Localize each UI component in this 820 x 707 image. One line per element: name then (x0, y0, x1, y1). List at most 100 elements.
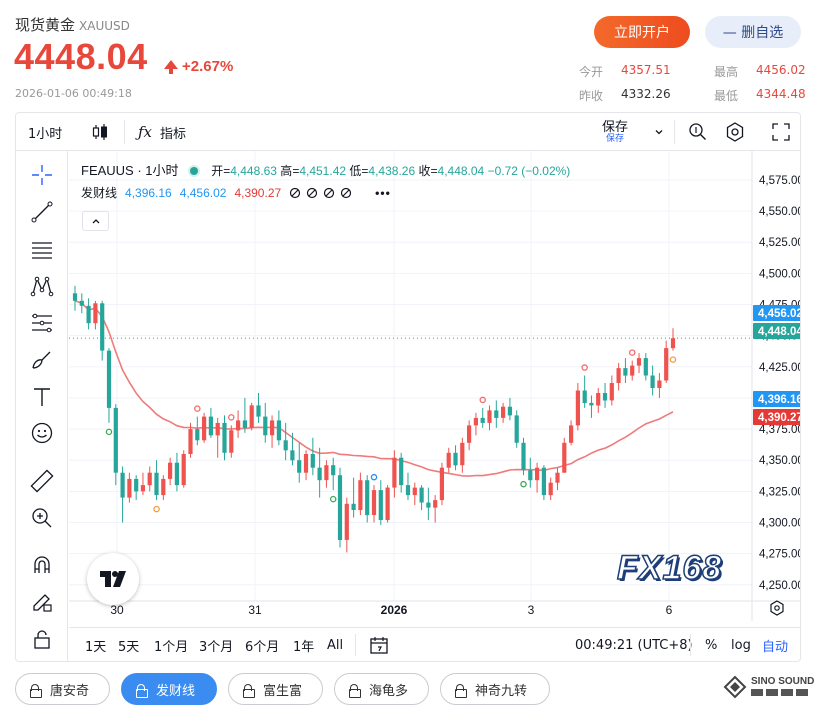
candle (100, 300, 105, 361)
drawing-mode-tool[interactable] (28, 588, 56, 616)
fib-tool[interactable] (28, 309, 56, 337)
trend-line-tool[interactable] (28, 198, 56, 226)
magnet-tool[interactable] (28, 551, 56, 579)
lock-icon (34, 630, 50, 649)
y-tick-label: 4,275.00 (759, 549, 801, 561)
candle (453, 445, 458, 471)
ruler-tool[interactable] (28, 467, 56, 495)
horizontal-lines-tool[interactable] (28, 235, 56, 263)
collapse-legend-button[interactable] (82, 211, 109, 231)
strategy-pill-3[interactable]: 海龟多 (334, 673, 429, 705)
drawing-toolbar (16, 151, 68, 661)
price-tag: 4,396.16 (753, 391, 801, 407)
legend-symbol[interactable]: FEAUUS · 1小时 (81, 163, 179, 178)
legend-close: 4,448.04 (437, 164, 485, 178)
range-1m[interactable]: 1个月 (154, 628, 188, 661)
stat-low-value: 4344.48 (756, 87, 806, 101)
stat-open: 今开 4357.51 (579, 63, 671, 80)
candle (222, 415, 227, 461)
candle (405, 472, 411, 501)
candle (562, 437, 567, 473)
y-tick-label: 4,350.00 (759, 455, 801, 467)
legend-open-label: 开 (211, 164, 224, 178)
interval-selector[interactable]: 1小时 (28, 113, 62, 151)
candle (337, 467, 343, 548)
zoom-tool[interactable] (28, 504, 56, 532)
price-chart[interactable]: 4,575.004,550.004,525.004,500.004,475.00… (69, 151, 801, 621)
candle (202, 412, 207, 443)
candle-type-button[interactable] (91, 113, 109, 151)
percent-scale-toggle[interactable]: % (705, 628, 717, 661)
candle (283, 422, 288, 461)
indicator-disabled-icons[interactable] (289, 187, 369, 199)
change-percent: +2.67% (164, 58, 233, 75)
auto-scale-toggle[interactable]: 自动 (762, 628, 788, 661)
strategy-pill-2[interactable]: 富生富 (228, 673, 323, 705)
range-1d[interactable]: 1天 (85, 628, 106, 661)
strategy-label: 唐安奇 (50, 683, 90, 699)
quick-search-button[interactable] (688, 113, 708, 151)
range-all[interactable]: All (327, 628, 343, 661)
pattern-tool[interactable] (28, 272, 56, 300)
chevron-down-icon (655, 130, 663, 135)
candle (643, 353, 648, 381)
signal-marker (520, 480, 527, 488)
candle (236, 410, 241, 438)
candle (630, 360, 635, 381)
candle (297, 442, 302, 483)
lock-icon (136, 683, 148, 698)
strategy-pill-1[interactable]: 发财线 (121, 673, 217, 705)
more-options-icon[interactable]: ••• (375, 186, 391, 200)
range-6m[interactable]: 6个月 (245, 628, 279, 661)
toolbar-divider (690, 634, 691, 656)
legend-open: 4,448.63 (230, 164, 277, 178)
go-to-date-button[interactable] (369, 628, 389, 661)
indicators-button[interactable]: ƒx 指标 (138, 113, 186, 151)
candle (528, 457, 533, 488)
brush-tool[interactable] (28, 346, 56, 374)
candle (79, 293, 84, 314)
crosshair-tool[interactable] (28, 161, 56, 189)
candle (569, 420, 574, 446)
pattern-icon (30, 276, 54, 297)
timezone-clock[interactable]: 00:49:21 (UTC+8) (575, 628, 693, 661)
candle (460, 437, 465, 473)
save-button[interactable]: 保存 保存 (602, 113, 628, 151)
axis-settings-icon[interactable] (770, 600, 784, 616)
candle (392, 450, 397, 498)
indicator-legend: 发财线 4,396.16 4,456.02 4,390.27 ••• (81, 184, 391, 201)
range-5d[interactable]: 5天 (118, 628, 139, 661)
strategy-pill-4[interactable]: 神奇九转 (440, 673, 550, 705)
settings-button[interactable] (724, 113, 746, 151)
svg-text:4,448.04: 4,448.04 (758, 326, 801, 338)
lock-icon (30, 683, 42, 698)
candle (127, 472, 132, 503)
price-tag: 4,390.27 (753, 409, 800, 425)
remove-favorite-button[interactable]: — 删自选 (705, 16, 801, 48)
tradingview-logo[interactable] (87, 553, 139, 605)
indicator-value-2: 4,456.02 (179, 185, 227, 200)
legend-change: −0.72 (−0.02%) (487, 164, 571, 178)
candle (154, 460, 159, 501)
svg-text:4,396.16: 4,396.16 (758, 394, 801, 406)
range-3m[interactable]: 3个月 (199, 628, 233, 661)
open-account-button[interactable]: 立即开户 (594, 16, 690, 48)
indicator-value-3: 4,390.27 (234, 185, 282, 200)
trend-line-icon (31, 201, 53, 223)
range-1y[interactable]: 1年 (293, 628, 314, 661)
candle (249, 402, 254, 431)
fullscreen-button[interactable] (772, 113, 790, 151)
candle (589, 395, 594, 418)
save-dropdown-button[interactable] (654, 113, 664, 151)
fullscreen-icon (772, 123, 790, 141)
instrument-name: 现货黄金 (15, 16, 76, 34)
stat-prev-close-value: 4332.26 (621, 87, 671, 101)
emoji-tool[interactable] (28, 419, 56, 447)
ruler-icon (30, 469, 54, 493)
lock-drawings-tool[interactable] (28, 625, 56, 653)
text-icon (34, 388, 50, 406)
strategy-pill-0[interactable]: 唐安奇 (15, 673, 110, 705)
log-scale-toggle[interactable]: log (731, 628, 751, 661)
text-tool[interactable] (28, 383, 56, 411)
indicator-name[interactable]: 发财线 (81, 184, 117, 201)
